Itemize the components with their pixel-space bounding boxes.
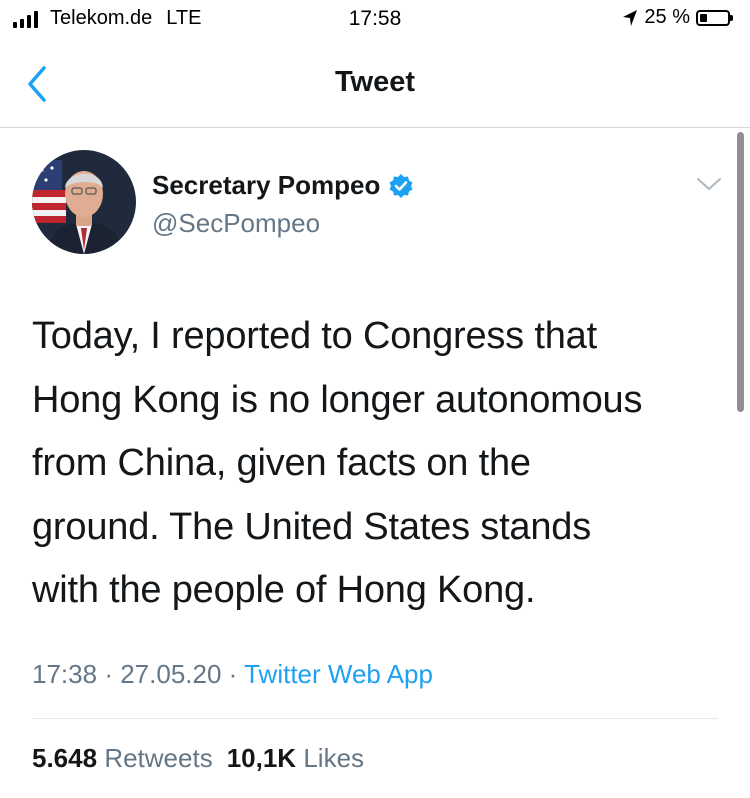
retweets-stat[interactable]: 5.648 Retweets: [32, 743, 213, 773]
chevron-down-icon: [697, 178, 721, 190]
likes-stat[interactable]: 10,1K Likes: [227, 743, 364, 773]
battery-level: [700, 13, 707, 22]
tweet-text: Today, I reported to Congress that Hong …: [32, 305, 722, 623]
tweet-text-line: Today, I reported to Congress that: [32, 315, 597, 357]
likes-count: 10,1K: [226, 743, 297, 773]
tweet-text-line: from China, given facts on the: [32, 442, 531, 484]
tweet-text-line: Hong Kong is no longer autonomous: [32, 378, 643, 421]
nav-bar: Tweet: [0, 44, 750, 128]
tweet-text-line: with the people of Hong Kong.: [32, 569, 536, 611]
status-bar: Telekom.de LTE 17:58 25 %: [0, 0, 750, 44]
battery-percent: 25 %: [644, 6, 690, 28]
page-title: Tweet: [334, 66, 416, 98]
tweet-text-line: ground. The United States stands: [32, 505, 592, 548]
retweets-count: 5.648: [32, 743, 98, 773]
tweet-date: 27.05.20: [120, 659, 222, 689]
location-arrow-icon: [623, 9, 638, 26]
divider: [32, 718, 718, 719]
meta-separator: ·: [104, 659, 113, 689]
author-handle[interactable]: @SecPompeo: [152, 208, 320, 239]
status-right: 25 %: [622, 6, 733, 29]
avatar[interactable]: [32, 150, 136, 254]
tweet-stats: 5.648 Retweets 10,1K Likes: [32, 743, 364, 774]
scrollbar[interactable]: [737, 132, 744, 412]
tweet-time: 17:38: [32, 659, 98, 689]
tweet-meta: 17:38 · 27.05.20 · Twitter Web App: [32, 659, 433, 690]
verified-badge-icon: [389, 173, 413, 198]
avatar-image: [32, 150, 136, 254]
meta-separator: ·: [228, 659, 238, 689]
tweet-menu-button[interactable]: [694, 172, 724, 196]
tweet-source-link[interactable]: Twitter Web App: [244, 659, 433, 689]
retweets-label: Retweets: [104, 743, 213, 773]
author-name-row[interactable]: Secretary Pompeo: [152, 170, 414, 201]
battery-icon: [696, 9, 733, 26]
author-name: Secretary Pompeo: [152, 170, 381, 200]
likes-label: Likes: [303, 743, 365, 773]
